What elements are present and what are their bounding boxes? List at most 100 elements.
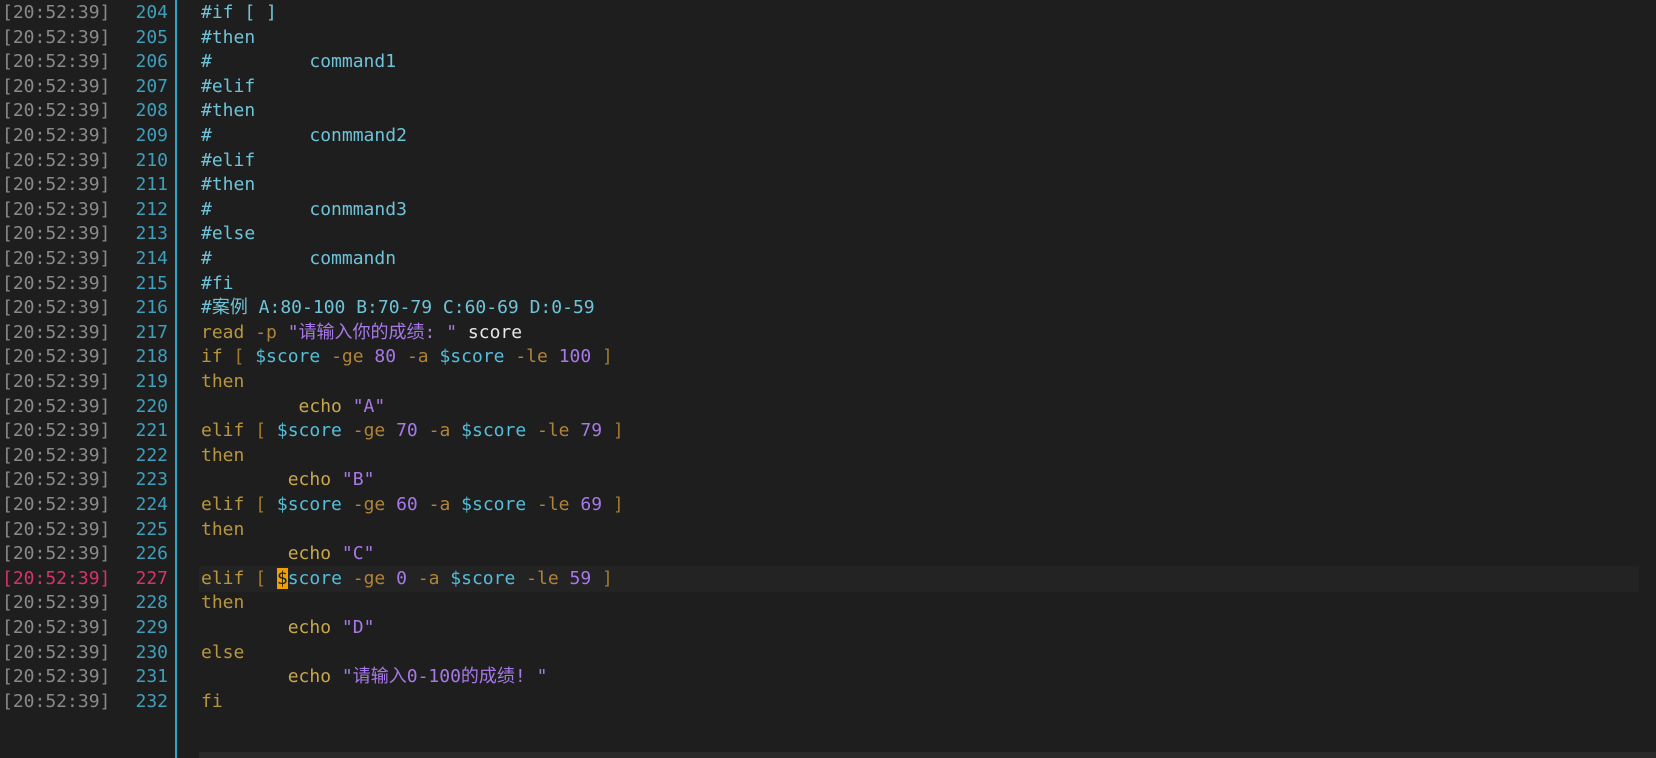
code-line-area[interactable]: echo "A" <box>199 394 1639 420</box>
code-token: $score <box>450 567 516 589</box>
code-text: echo "B" <box>201 467 375 493</box>
code-line-area[interactable]: fi <box>199 689 1639 715</box>
code-token: -le <box>526 494 581 515</box>
code-line-area[interactable]: echo "请输入0-100的成绩! " <box>199 664 1639 690</box>
code-line-area[interactable]: #then <box>199 172 1639 198</box>
editor-line[interactable]: [20:52:39] 213 #else <box>0 221 1656 247</box>
code-text: echo "C" <box>201 541 375 567</box>
editor-line[interactable]: [20:52:39] 227 elif [ $score -ge 0 -a $sco… <box>0 565 1656 592</box>
editor-line[interactable]: [20:52:39] 232 fi <box>0 689 1656 715</box>
code-token: -ge <box>341 494 397 515</box>
code-token: 69 <box>580 494 603 515</box>
editor-line[interactable]: [20:52:39] 216 #案例 A:80-100 B:70-79 C:60-6… <box>0 295 1656 321</box>
code-text: #fi <box>201 271 234 297</box>
code-line-area[interactable]: then <box>199 517 1639 543</box>
line-number: 213 <box>135 223 168 245</box>
code-text: #案例 A:80-100 B:70-79 C:60-69 D:0-59 <box>201 295 595 321</box>
code-line-area[interactable]: then <box>199 369 1639 395</box>
line-number: 214 <box>135 248 168 269</box>
editor-line[interactable]: [20:52:39] 222 then <box>0 443 1656 469</box>
line-timestamp: [20:52:39] <box>2 125 111 146</box>
code-line-area[interactable]: if [ $score -ge 80 -a $score -le 100 ] <box>199 344 1639 370</box>
code-text: then <box>201 369 244 395</box>
code-line-area[interactable]: #elif <box>199 148 1639 174</box>
editor-line[interactable]: [20:52:39] 225 then <box>0 517 1656 543</box>
code-token: #elif <box>201 149 256 171</box>
horizontal-scrollbar[interactable] <box>199 752 1656 758</box>
code-token: $score <box>276 494 342 515</box>
line-number: 229 <box>135 617 168 638</box>
code-line-area[interactable]: # commandn <box>199 246 1639 272</box>
code-token: 59 <box>569 567 592 589</box>
editor-line[interactable]: [20:52:39] 221 elif [ $score -ge 70 -a $sc… <box>0 418 1656 444</box>
code-line-area[interactable]: elif [ $score -ge 60 -a $score -le 69 ] <box>199 492 1639 518</box>
code-token: then <box>201 518 245 540</box>
code-token: #fi <box>201 272 234 294</box>
code-line-area[interactable]: # command1 <box>199 49 1639 75</box>
editor-line[interactable]: [20:52:39] 220 echo "A" <box>0 394 1656 420</box>
code-line-area[interactable]: then <box>199 443 1639 469</box>
line-timestamp: [20:52:39] <box>2 272 111 294</box>
code-line-area[interactable]: read -p "请输入你的成绩: " score <box>199 320 1639 346</box>
code-line-area[interactable]: #案例 A:80-100 B:70-79 C:60-69 D:0-59 <box>199 295 1639 321</box>
editor-line[interactable]: [20:52:39] 209 # conmmand2 <box>0 123 1656 149</box>
code-line-area[interactable]: #else <box>199 221 1639 247</box>
editor-line[interactable]: [20:52:39] 211 #then <box>0 172 1656 198</box>
editor-line[interactable]: [20:52:39] 214 # commandn <box>0 246 1656 272</box>
code-line-area[interactable]: else <box>199 640 1639 666</box>
line-number: 219 <box>135 371 168 392</box>
code-line-area[interactable]: echo "B" <box>199 467 1639 493</box>
code-token: echo <box>201 666 342 688</box>
code-line-area[interactable]: # conmmand2 <box>199 123 1639 149</box>
code-line-area[interactable]: then <box>199 590 1639 616</box>
line-number: 205 <box>135 26 168 48</box>
editor-line[interactable]: [20:52:39] 223 echo "B" <box>0 467 1656 493</box>
editor-line[interactable]: [20:52:39] 228 then <box>0 590 1656 616</box>
line-number: 226 <box>135 543 168 565</box>
line-timestamp: [20:52:39] <box>2 2 111 23</box>
code-token: if <box>201 346 234 368</box>
code-token: [ <box>255 494 277 515</box>
code-line-area[interactable]: # conmmand3 <box>199 197 1639 223</box>
code-line-area[interactable]: #fi <box>199 271 1639 297</box>
editor-line[interactable]: [20:52:39] 230 else <box>0 640 1656 666</box>
editor-line[interactable]: [20:52:39] 224 elif [ $score -ge 60 -a $sc… <box>0 492 1656 518</box>
code-line-area[interactable]: #then <box>199 98 1639 124</box>
code-text: #elif <box>201 74 255 100</box>
code-editor[interactable]: [20:52:39] 204 #if [ ] [20:52:39] 205 #then [2… <box>0 0 1656 758</box>
editor-line[interactable]: [20:52:39] 212 # conmmand3 <box>0 197 1656 223</box>
editor-line[interactable]: [20:52:39] 210 #elif <box>0 148 1656 174</box>
line-number: 222 <box>135 444 168 466</box>
editor-line[interactable]: [20:52:39] 226 echo "C" <box>0 541 1656 567</box>
code-token: "B" <box>341 469 375 491</box>
code-token: score <box>287 567 342 589</box>
code-token: 70 <box>396 420 418 442</box>
editor-line[interactable]: [20:52:39] 215 #fi <box>0 271 1656 297</box>
editor-line[interactable]: [20:52:39] 206 # command1 <box>0 49 1656 75</box>
code-line-area[interactable]: #if [ ] <box>199 0 1639 26</box>
editor-line[interactable]: [20:52:39] 204 #if [ ] <box>0 0 1656 26</box>
code-text: echo "请输入0-100的成绩! " <box>201 664 548 690</box>
code-line-area[interactable]: elif [ $score -ge 70 -a $score -le 79 ] <box>199 418 1639 444</box>
line-number: 208 <box>135 100 168 122</box>
editor-line[interactable]: [20:52:39] 218 if [ $score -ge 80 -a $scor… <box>0 344 1656 370</box>
code-text: #else <box>201 221 255 247</box>
code-token: -ge <box>341 567 397 589</box>
code-line-area[interactable]: echo "C" <box>199 541 1639 567</box>
code-token: ] <box>591 346 613 368</box>
editor-line[interactable]: [20:52:39] 229 echo "D" <box>0 615 1656 641</box>
code-line-area[interactable]: #elif <box>199 74 1639 100</box>
editor-line[interactable]: [20:52:39] 217 read -p "请输入你的成绩: " score <box>0 320 1656 346</box>
editor-line[interactable]: [20:52:39] 219 then <box>0 369 1656 395</box>
code-token: then <box>201 444 245 466</box>
editor-line[interactable]: [20:52:39] 231 echo "请输入0-100的成绩! " <box>0 664 1656 690</box>
editor-line[interactable]: [20:52:39] 205 #then <box>0 25 1656 51</box>
editor-line[interactable]: [20:52:39] 208 #then <box>0 98 1656 124</box>
code-line-area[interactable]: echo "D" <box>199 615 1639 641</box>
code-line-area[interactable]: elif [ $score -ge 0 -a $score -le 59 ] <box>199 565 1639 592</box>
line-number: 231 <box>135 666 168 688</box>
line-timestamp: [20:52:39] <box>2 420 111 442</box>
editor-line[interactable]: [20:52:39] 207 #elif <box>0 74 1656 100</box>
code-line-area[interactable]: #then <box>199 25 1639 51</box>
code-text: #elif <box>201 148 255 174</box>
